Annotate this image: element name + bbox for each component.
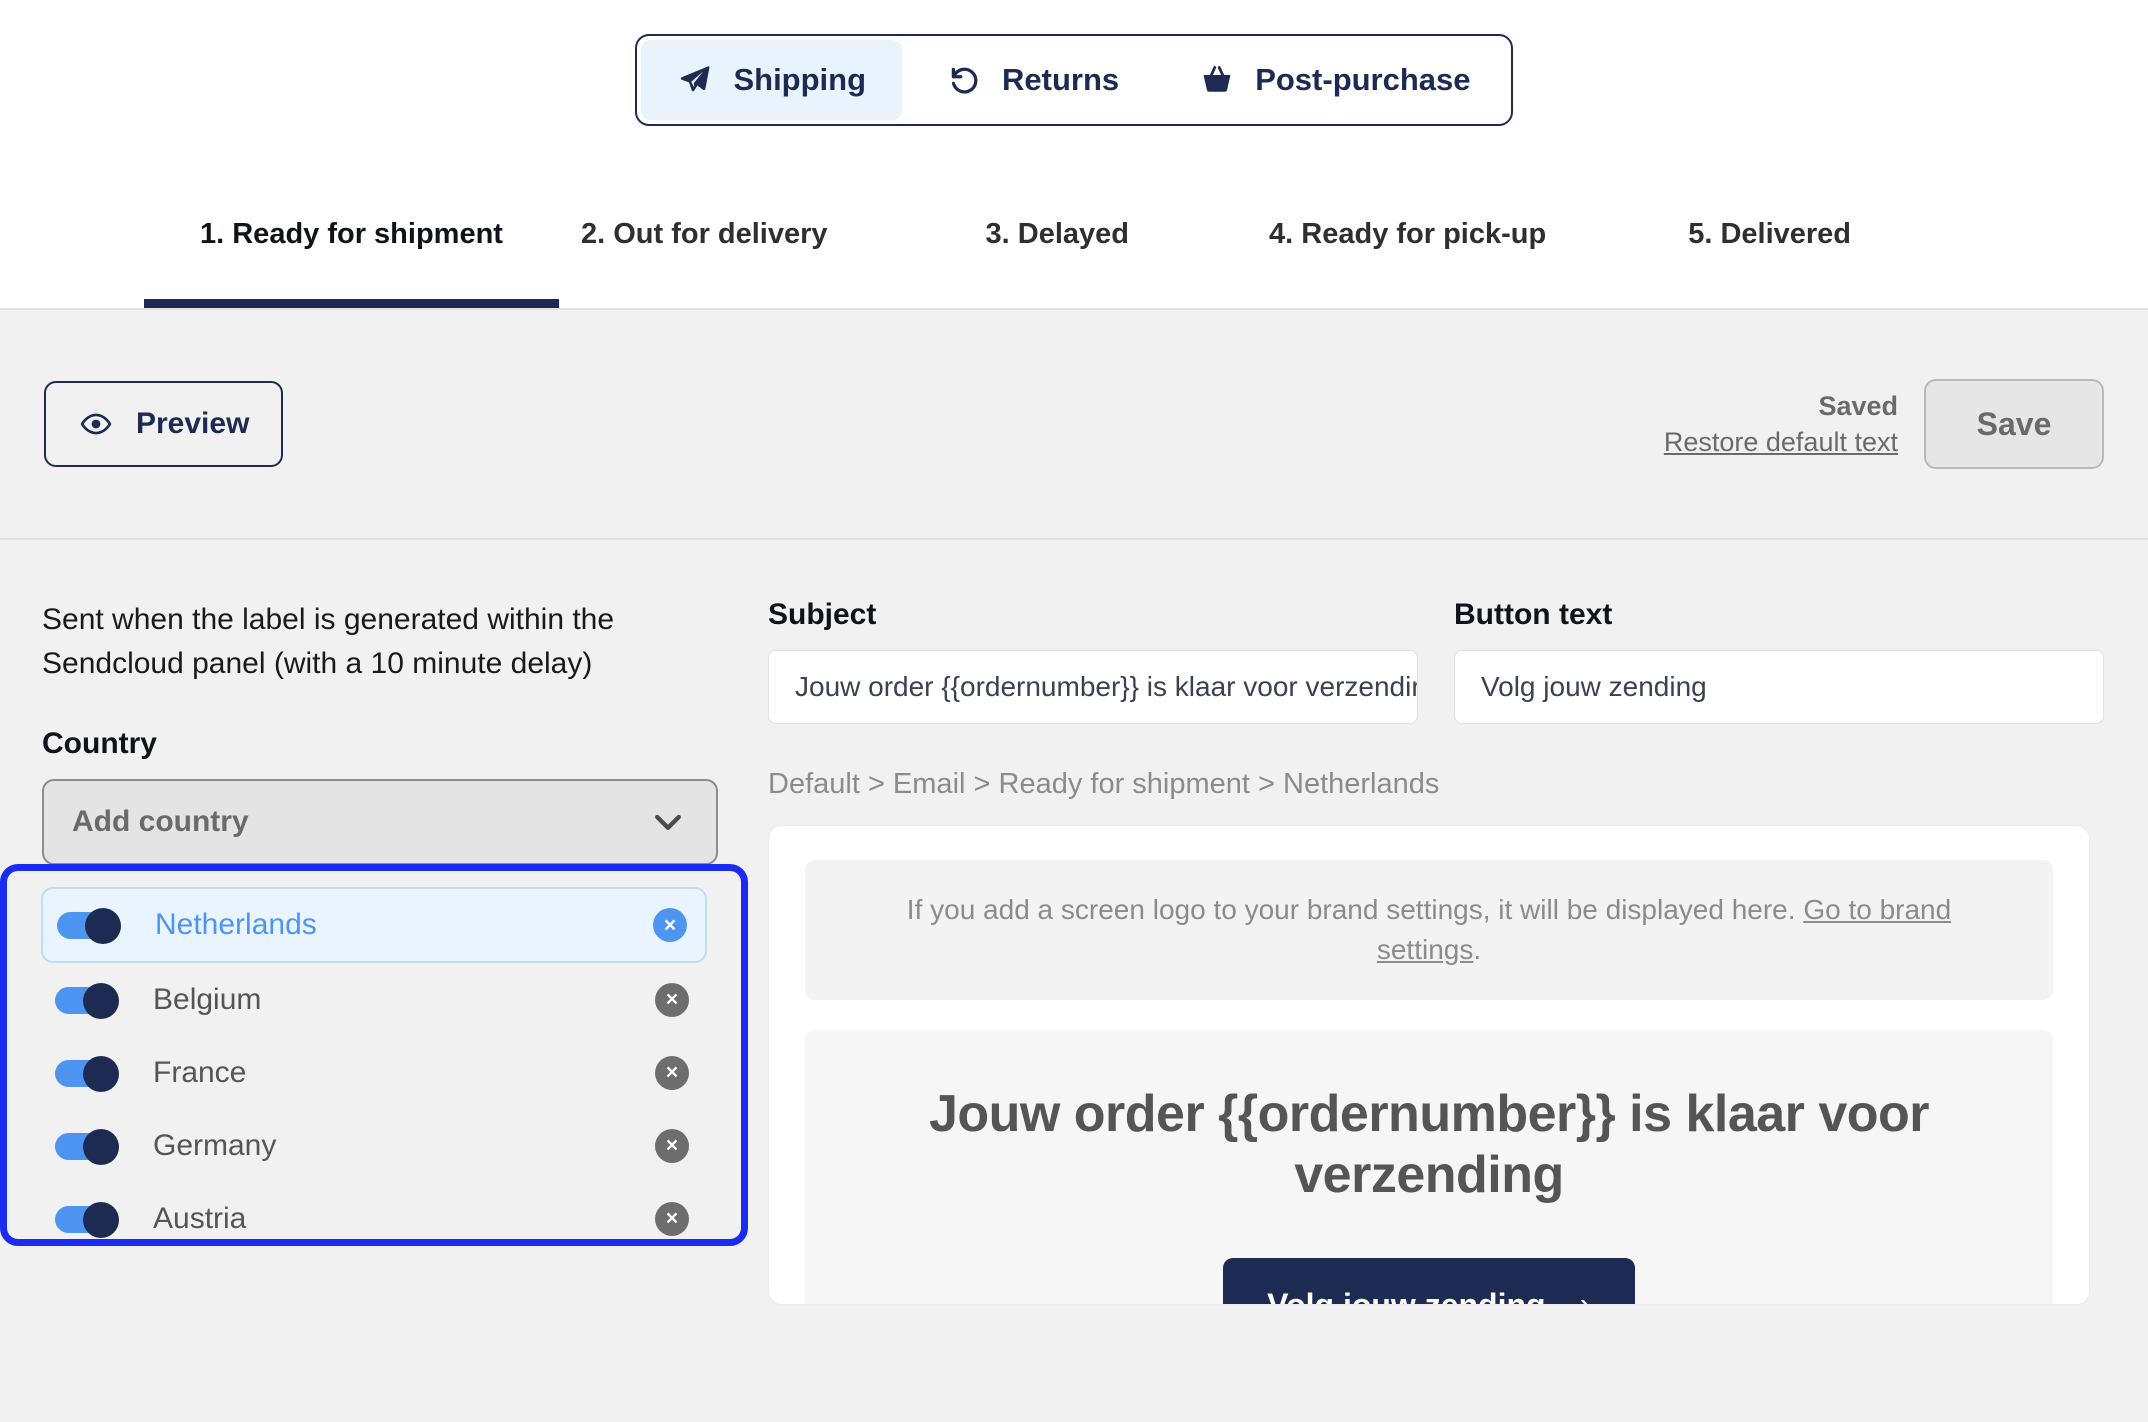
subject-input-value: Jouw order {{ordernumber}} is klaar voor… — [795, 671, 1418, 702]
remove-country-icon[interactable]: × — [655, 1128, 689, 1163]
preview-button[interactable]: Preview — [44, 381, 284, 467]
stage-tab-bar: 1. Ready for shipment 2. Out for deliver… — [0, 160, 2148, 310]
button-text-label: Button text — [1454, 598, 1613, 631]
channel-tab-post-purchase[interactable]: Post-purchase — [1163, 40, 1506, 120]
button-text-field-group: Button text Volg jouw zending — [1454, 598, 2104, 724]
country-toggle[interactable] — [55, 982, 121, 1019]
country-list: Netherlands × Belgium × France × Germany… — [7, 881, 741, 1255]
country-name: Germany — [153, 1128, 277, 1162]
preview-button-label: Preview — [136, 407, 250, 440]
country-name: Netherlands — [155, 908, 317, 941]
restore-default-text-link[interactable]: Restore default text — [1664, 424, 1898, 460]
toolbar-right-group: Saved Restore default text Save — [1664, 379, 2104, 469]
channel-tab-shipping[interactable]: Shipping — [641, 40, 903, 120]
stage-tab-delivered[interactable]: 5. Delivered — [1688, 160, 1851, 308]
country-row-germany[interactable]: Germany × — [41, 1109, 707, 1182]
email-cta-button[interactable]: Volg jouw zending › — [1223, 1258, 1635, 1305]
eye-icon — [78, 406, 114, 442]
country-row-netherlands[interactable]: Netherlands × — [41, 887, 707, 963]
logo-notice-text: If you add a screen logo to your brand s… — [906, 894, 1804, 925]
stage-tab-label: 5. Delivered — [1688, 217, 1852, 250]
channel-switcher: Shipping Returns Post-purchase — [635, 34, 1513, 126]
country-name: Belgium — [153, 982, 262, 1016]
channel-tab-label: Shipping — [733, 62, 867, 97]
button-text-input-value: Volg jouw zending — [1481, 671, 1707, 702]
stage-tab-ready-for-shipment[interactable]: 1. Ready for shipment — [144, 160, 559, 308]
add-country-dropdown[interactable]: Add country — [42, 778, 718, 865]
stage-tab-delayed[interactable]: 3. Delayed — [986, 160, 1129, 308]
chevron-down-icon — [648, 802, 688, 842]
stage-tab-label: 1. Ready for shipment — [200, 217, 503, 250]
channel-bar: Shipping Returns Post-purchase — [0, 0, 2148, 160]
country-row-austria[interactable]: Austria × — [41, 1182, 707, 1255]
stage-tab-label: 2. Out for delivery — [580, 217, 828, 250]
right-panel: Subject Jouw order {{ordernumber}} is kl… — [726, 540, 2148, 1422]
remove-country-icon[interactable]: × — [653, 908, 687, 942]
remove-country-icon[interactable]: × — [655, 1055, 689, 1090]
basket-icon — [1199, 62, 1235, 98]
country-toggle[interactable] — [57, 908, 123, 944]
subject-label: Subject — [768, 598, 877, 631]
subject-field-group: Subject Jouw order {{ordernumber}} is kl… — [768, 598, 1418, 724]
stage-tab-label: 3. Delayed — [985, 217, 1130, 250]
country-section-label: Country — [42, 726, 157, 760]
breadcrumb: Default > Email > Ready for shipment > N… — [768, 768, 1440, 800]
country-toggle[interactable] — [55, 1128, 121, 1165]
action-toolbar: Preview Saved Restore default text Save — [0, 310, 2148, 540]
channel-tab-label: Post-purchase — [1255, 62, 1471, 97]
channel-tab-returns[interactable]: Returns — [910, 40, 1155, 120]
save-status-group: Saved Restore default text — [1664, 388, 1898, 461]
saved-status-text: Saved — [1818, 390, 1898, 421]
main-content: Sent when the label is generated within … — [0, 540, 2148, 1422]
country-toggle[interactable] — [55, 1055, 121, 1092]
remove-country-icon[interactable]: × — [655, 1201, 689, 1236]
stage-tab-out-for-delivery[interactable]: 2. Out for delivery — [581, 160, 828, 308]
stage-tab-ready-for-pickup[interactable]: 4. Ready for pick-up — [1269, 160, 1546, 308]
email-body: Jouw order {{ordernumber}} is klaar voor… — [805, 1029, 2053, 1305]
channel-tab-label: Returns — [1002, 62, 1120, 97]
email-preview-panel: If you add a screen logo to your brand s… — [768, 825, 2090, 1305]
paper-plane-icon — [677, 62, 713, 98]
subject-input[interactable]: Jouw order {{ordernumber}} is klaar voor… — [768, 650, 1418, 724]
button-text-input[interactable]: Volg jouw zending — [1454, 650, 2104, 724]
chevron-right-icon: › — [1579, 1285, 1591, 1305]
email-heading: Jouw order {{ordernumber}} is klaar voor… — [928, 1084, 1930, 1204]
add-country-placeholder: Add country — [72, 804, 249, 838]
left-panel: Sent when the label is generated within … — [0, 540, 748, 1422]
country-name: Austria — [153, 1201, 247, 1235]
country-list-highlight-box: Netherlands × Belgium × France × Germany… — [0, 864, 748, 1246]
undo-arrow-icon — [946, 62, 982, 98]
save-button[interactable]: Save — [1924, 379, 2104, 469]
email-cta-label: Volg jouw zending — [1267, 1286, 1546, 1305]
country-row-france[interactable]: France × — [41, 1036, 707, 1109]
country-name: France — [153, 1055, 247, 1089]
logo-placeholder-notice: If you add a screen logo to your brand s… — [805, 860, 2053, 1000]
stage-tab-label: 4. Ready for pick-up — [1269, 217, 1547, 250]
remove-country-icon[interactable]: × — [655, 982, 689, 1017]
country-toggle[interactable] — [55, 1201, 121, 1238]
country-row-belgium[interactable]: Belgium × — [41, 963, 707, 1036]
stage-description: Sent when the label is generated within … — [42, 603, 615, 681]
template-fields-row: Subject Jouw order {{ordernumber}} is kl… — [768, 598, 2104, 724]
logo-notice-period: . — [1473, 933, 1482, 965]
